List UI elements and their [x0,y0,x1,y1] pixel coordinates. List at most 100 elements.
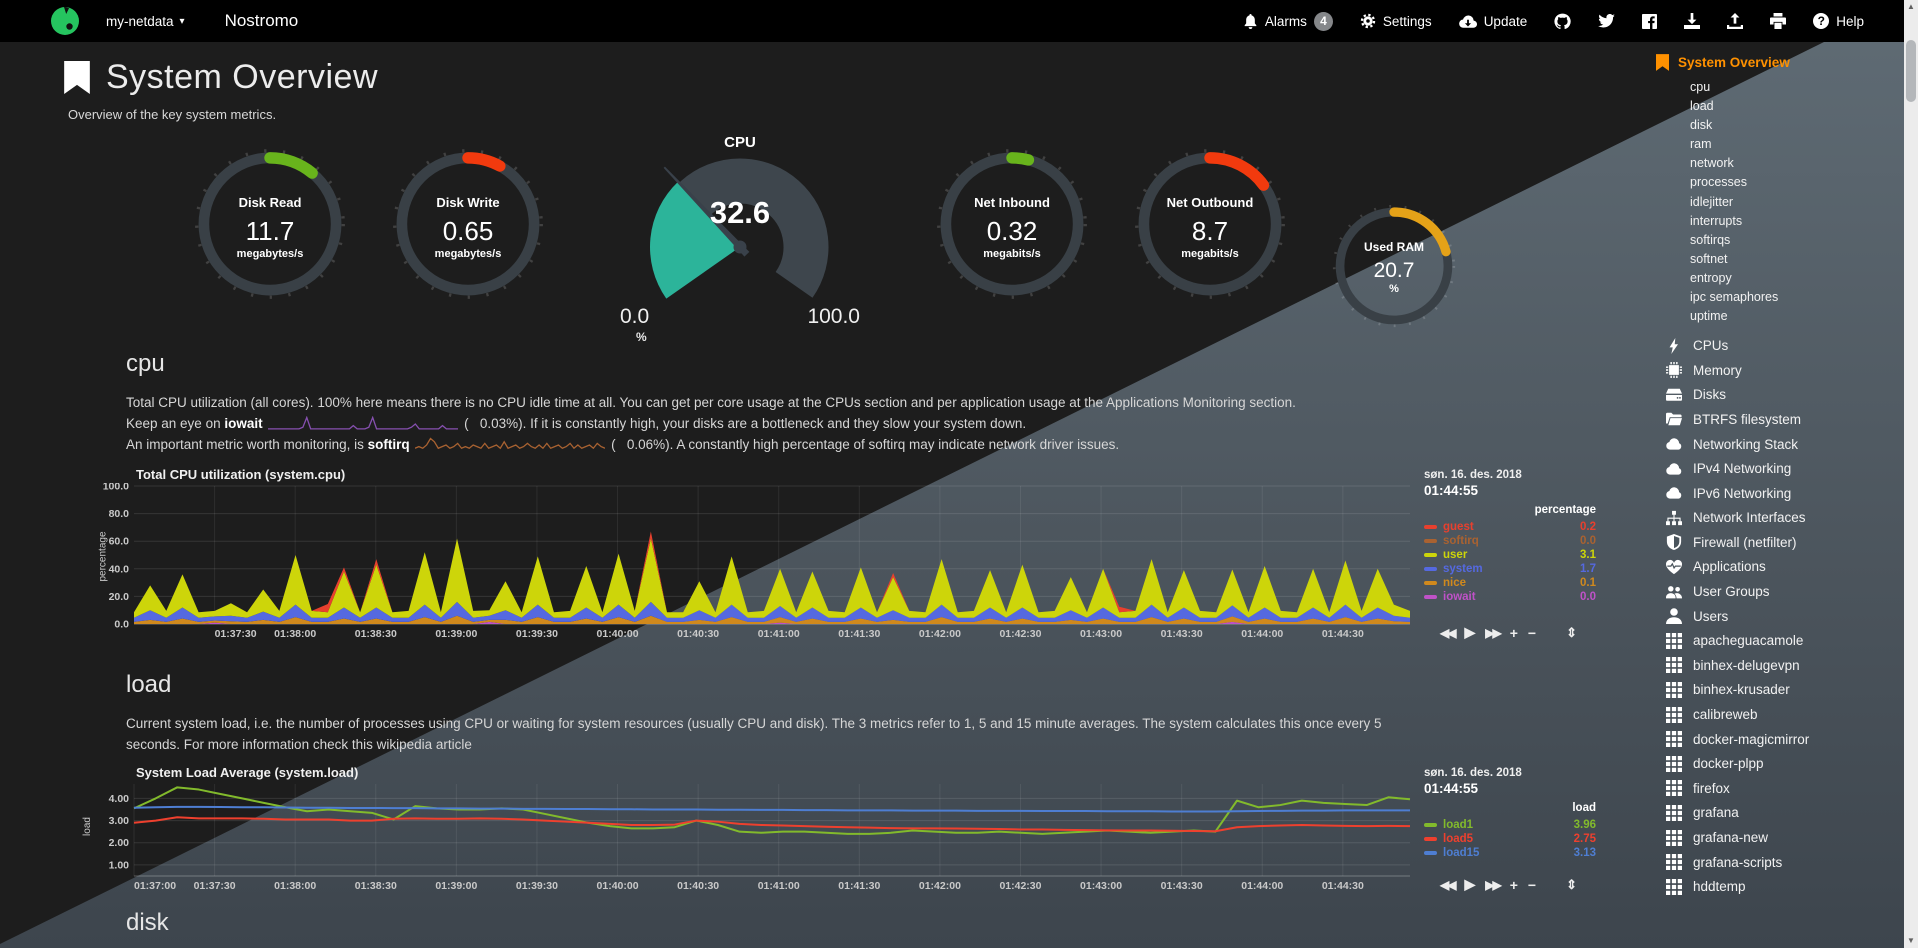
zoom-out-button[interactable]: − [1528,625,1536,641]
update-button[interactable]: Update [1459,14,1528,29]
zoom-in-button[interactable]: + [1510,625,1518,641]
legend-row[interactable]: load1 3.96 [1424,818,1598,832]
cpu-desc-line2: Keep an eye on iowait ( 0.03%). If it is… [126,413,1426,434]
legend-series-value: 0.1 [1580,576,1598,590]
dashboard-page: System Overview Overview of the key syst… [0,42,1918,948]
gauge-units: megabytes/s [194,248,346,260]
softirq-sparkline[interactable] [415,437,605,453]
sidebar-item-cpus[interactable]: CPUs [1666,338,1906,354]
export-snapshot-button[interactable] [1684,13,1700,29]
sidebar-item-applications[interactable]: Applications [1666,559,1906,575]
machine-dropdown[interactable]: my-netdata ▾ [106,14,185,29]
zoom-out-button[interactable]: − [1528,877,1536,893]
pan-backward-button[interactable]: ◀◀ [1440,626,1454,640]
sidebar-item-ipv4-networking[interactable]: IPv4 Networking [1666,461,1906,477]
sidebar-item-icon [1666,362,1682,378]
settings-button[interactable]: Settings [1360,13,1432,29]
load-chart-plot[interactable]: 1.002.003.004.0001:37:0001:37:3001:38:00… [96,781,1412,893]
sidebar-item-entropy[interactable]: entropy [1690,271,1906,287]
sidebar-item-apacheguacamole[interactable]: apacheguacamole [1666,633,1906,649]
sidebar-item-disks[interactable]: Disks [1666,387,1906,403]
sidebar-item-networking-stack[interactable]: Networking Stack [1666,436,1906,452]
sidebar-item-system-overview[interactable]: System Overview [1656,54,1906,71]
net-outbound-gauge[interactable]: Net Outbound 8.7 megabits/s [1134,148,1286,300]
sidebar-item-memory[interactable]: Memory [1666,362,1906,378]
help-button[interactable]: ? Help [1813,13,1864,29]
sidebar-item-grafana[interactable]: grafana [1666,805,1906,821]
settings-label: Settings [1383,14,1432,29]
svg-text:01:37:30: 01:37:30 [194,880,236,892]
legend-row[interactable]: softirq 0.0 [1424,534,1598,548]
scroll-up-icon[interactable]: ▲ [1907,0,1915,14]
sidebar-item-btrfs-filesystem[interactable]: BTRFS filesystem [1666,411,1906,427]
facebook-button[interactable] [1642,14,1657,29]
pan-backward-button[interactable]: ◀◀ [1440,878,1454,892]
print-button[interactable] [1770,13,1786,29]
legend-row[interactable]: load5 2.75 [1424,832,1598,846]
twitter-button[interactable] [1598,14,1615,28]
pan-forward-button[interactable]: ▶▶ [1485,626,1499,640]
svg-text:32.6: 32.6 [710,195,770,230]
play-button[interactable]: ▶ [1464,624,1475,641]
scrollbar-thumb[interactable] [1906,40,1916,102]
page-scrollbar[interactable]: ▲ ▼ [1904,0,1918,948]
resize-handle[interactable]: ⇕ [1566,625,1577,641]
legend-row[interactable]: guest 0.2 [1424,520,1598,534]
disk-write-gauge[interactable]: Disk Write 0.65 megabytes/s [392,148,544,300]
sidebar-item-load[interactable]: load [1690,99,1906,115]
sidebar-item-softnet[interactable]: softnet [1690,252,1906,268]
sidebar-item-icon [1666,436,1682,452]
sidebar-item-softirqs[interactable]: softirqs [1690,233,1906,249]
alarms-button[interactable]: Alarms 4 [1243,12,1333,31]
legend-row[interactable]: system 1.7 [1424,562,1598,576]
sidebar-item-hddtemp[interactable]: hddtemp [1666,879,1906,895]
github-button[interactable] [1554,13,1571,30]
sidebar-item-uptime[interactable]: uptime [1690,309,1906,325]
cpu-gauge[interactable]: CPU 32.6 0.0 100.0 % [590,134,890,344]
sidebar-item-ipc-semaphores[interactable]: ipc semaphores [1690,290,1906,306]
sidebar-item-network[interactable]: network [1690,156,1906,172]
chart-toolbar: ◀◀ ▶ ▶▶ + − ⇕ [1424,876,1598,893]
svg-text:01:40:30: 01:40:30 [677,880,719,892]
legend-row[interactable]: load15 3.13 [1424,846,1598,860]
sidebar-item-processes[interactable]: processes [1690,175,1906,191]
net-inbound-gauge[interactable]: Net Inbound 0.32 megabits/s [936,148,1088,300]
sidebar-item-grafana-new[interactable]: grafana-new [1666,830,1906,846]
svg-text:01:38:00: 01:38:00 [274,880,316,892]
svg-text:100.0: 100.0 [103,483,129,493]
sidebar-item-calibreweb[interactable]: calibreweb [1666,707,1906,723]
sidebar-item-disk[interactable]: disk [1690,118,1906,134]
disk-read-gauge[interactable]: Disk Read 11.7 megabytes/s [194,148,346,300]
sidebar-item-network-interfaces[interactable]: Network Interfaces [1666,510,1906,526]
sidebar-item-interrupts[interactable]: interrupts [1690,214,1906,230]
sidebar-item-idlejitter[interactable]: idlejitter [1690,195,1906,211]
cpu-chart-plot[interactable]: 0.020.040.060.080.0100.001:37:3001:38:00… [96,483,1412,641]
gauge-units: % [1332,283,1456,295]
iowait-sparkline[interactable] [268,416,458,432]
sidebar-item-users[interactable]: Users [1666,608,1906,624]
legend-row[interactable]: nice 0.1 [1424,576,1598,590]
gauge-value: 20.7 [1332,259,1456,283]
sidebar-item-firefox[interactable]: firefox [1666,780,1906,796]
sidebar-item-cpu[interactable]: cpu [1690,80,1906,96]
sidebar-item-firewall-netfilter-[interactable]: Firewall (netfilter) [1666,534,1906,550]
resize-handle[interactable]: ⇕ [1566,877,1577,893]
play-button[interactable]: ▶ [1464,876,1475,893]
pan-forward-button[interactable]: ▶▶ [1485,878,1499,892]
scroll-down-icon[interactable]: ▼ [1907,934,1915,948]
sidebar-item-ram[interactable]: ram [1690,137,1906,153]
import-snapshot-button[interactable] [1727,13,1743,29]
sidebar-item-user-groups[interactable]: User Groups [1666,584,1906,600]
sidebar-item-binhex-krusader[interactable]: binhex-krusader [1666,682,1906,698]
zoom-in-button[interactable]: + [1510,877,1518,893]
netdata-logo-icon[interactable] [50,6,80,36]
legend-row[interactable]: iowait 0.0 [1424,590,1598,604]
legend-row[interactable]: user 3.1 [1424,548,1598,562]
sidebar-item-docker-magicmirror[interactable]: docker-magicmirror [1666,731,1906,747]
sidebar-item-ipv6-networking[interactable]: IPv6 Networking [1666,485,1906,501]
gauge-units: % [636,330,890,344]
used-ram-gauge[interactable]: Used RAM 20.7 % [1332,204,1456,328]
sidebar-item-grafana-scripts[interactable]: grafana-scripts [1666,854,1906,870]
sidebar-item-binhex-delugevpn[interactable]: binhex-delugevpn [1666,657,1906,673]
sidebar-item-docker-plpp[interactable]: docker-plpp [1666,756,1906,772]
